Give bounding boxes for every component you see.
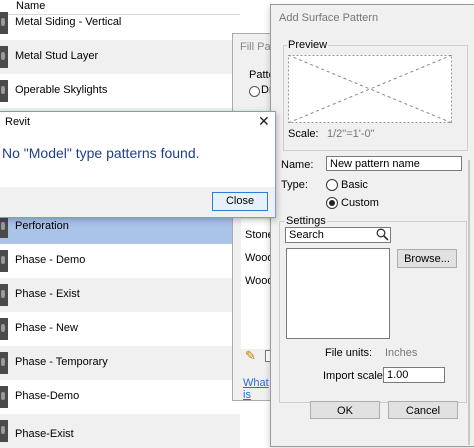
name-label: Name: [281,159,314,171]
material-thumbnail [0,46,8,68]
search-icon [376,228,389,241]
list-item[interactable]: Phase-Exist [0,414,240,448]
name-field[interactable]: New pattern name [326,156,462,171]
settings-label: Settings [285,215,327,227]
dialog-title: Add Surface Pattern [279,12,379,24]
dialog-title: Revit [5,116,31,128]
search-placeholder: Search [289,229,324,241]
type-custom-radio[interactable] [326,197,338,209]
list-item[interactable]: Metal Siding - Vertical [0,6,240,40]
list-item-label: Phase - New [15,322,78,334]
list-item-label: Metal Stud Layer [15,50,99,62]
material-thumbnail [0,250,8,272]
list-item-label: Phase-Demo [15,390,80,402]
material-thumbnail [0,80,8,102]
list-item-label: Metal Siding - Vertical [15,16,122,28]
list-item[interactable]: Phase - Demo [0,244,240,278]
list-item-label: Phase - Exist [15,288,80,300]
import-scale-field[interactable]: 1.00 [383,367,445,383]
material-thumbnail [0,284,8,306]
close-button[interactable]: Close [212,192,268,211]
list-item[interactable]: Metal Stud Layer [0,40,240,74]
file-units-label: File units: [325,347,373,359]
type-label: Type: [281,179,308,191]
drafting-radio[interactable] [249,86,260,97]
browse-button[interactable]: Browse... [397,249,457,268]
preview-canvas [288,55,452,123]
list-item-label: Perforation [15,220,69,232]
type-basic-radio[interactable] [326,179,338,191]
material-thumbnail [0,352,8,374]
list-item-label: Phase - Demo [15,254,86,266]
dialog-message: No "Model" type patterns found. [2,145,200,161]
list-item[interactable]: Phase-Demo [0,380,240,414]
type-custom-label: Custom [341,197,379,209]
background-scrollbar[interactable] [466,160,474,445]
list-item[interactable]: Phase - Temporary [0,346,240,380]
file-units-value: Inches [385,347,418,359]
add-surface-pattern-dialog: Add Surface Pattern Preview Scale: 1/2"=… [270,4,474,447]
cancel-button[interactable]: Cancel [388,401,458,419]
close-icon[interactable]: ✕ [258,113,270,130]
edit-pattern-icon[interactable]: ✎ [245,348,256,364]
material-thumbnail [0,318,8,340]
ok-button[interactable]: OK [310,401,380,419]
material-thumbnail [0,216,8,238]
list-item-label: Phase-Exist [15,428,74,440]
list-item[interactable]: Phase - New [0,312,240,346]
material-thumbnail [0,386,8,408]
material-thumbnail [0,420,8,442]
materials-list: Name Metal Siding - Vertical Metal Stud … [0,0,240,448]
preview-label: Preview [287,39,329,51]
scale-label: Scale: [288,128,319,140]
import-scale-label: Import scale: [323,370,386,382]
list-item-label: Operable Skylights [15,84,108,96]
scale-value: 1/2"=1'-0" [327,128,375,140]
material-thumbnail [0,12,8,34]
pattern-file-list[interactable] [286,248,390,339]
revit-message-dialog: Revit ✕ No "Model" type patterns found. … [0,111,276,218]
type-basic-label: Basic [341,179,368,191]
list-item[interactable]: Operable Skylights [0,74,240,108]
list-item-label: Phase - Temporary [15,356,108,368]
list-item[interactable]: Phase - Exist [0,278,240,312]
